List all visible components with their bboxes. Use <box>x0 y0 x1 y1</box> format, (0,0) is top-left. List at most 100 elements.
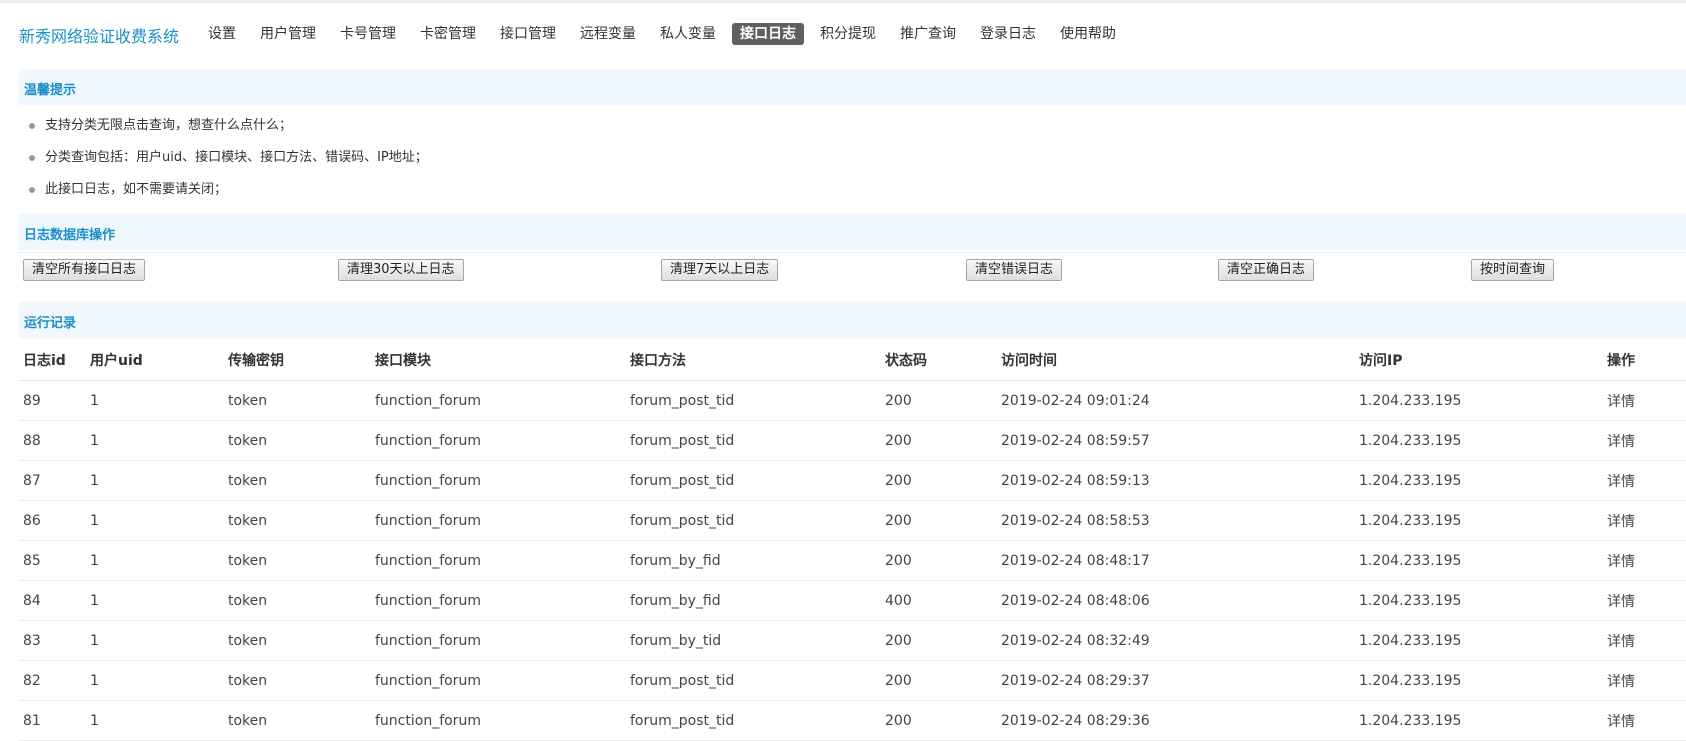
table-row: 81 1 token function_forum forum_post_tid 200 2… <box>19 700 1686 741</box>
user-uid-link[interactable]: 1 <box>86 700 224 741</box>
module-link[interactable]: function_forum <box>371 660 626 701</box>
user-uid-link[interactable]: 1 <box>86 500 224 541</box>
detail-link[interactable]: 详情 <box>1603 580 1686 621</box>
method-link[interactable]: forum_by_fid <box>626 580 881 621</box>
clear-error-logs-button[interactable]: 清空错误日志 <box>966 259 1063 281</box>
log-section-header: 运行记录 <box>19 302 1686 338</box>
query-by-time-button[interactable]: 按时间查询 <box>1471 259 1555 281</box>
nav-item-users[interactable]: 用户管理 <box>252 23 324 45</box>
method-link[interactable]: forum_post_tid <box>626 660 881 701</box>
method-link[interactable]: forum_by_tid <box>626 620 881 661</box>
module-link[interactable]: function_forum <box>371 580 626 621</box>
module-link[interactable]: function_forum <box>371 620 626 661</box>
detail-link[interactable]: 详情 <box>1603 540 1686 581</box>
ip-link[interactable]: 1.204.233.195 <box>1355 460 1603 501</box>
status-link[interactable]: 200 <box>881 540 997 581</box>
table-row: 88 1 token function_forum forum_post_tid 200 2… <box>19 420 1686 461</box>
time-cell: 2019-02-24 08:59:57 <box>997 420 1355 461</box>
status-link[interactable]: 400 <box>881 580 997 621</box>
nav-item-promotion[interactable]: 推广查询 <box>892 23 964 45</box>
nav-item-cards[interactable]: 卡号管理 <box>332 23 404 45</box>
status-link[interactable]: 200 <box>881 660 997 701</box>
nav-item-api-logs[interactable]: 接口日志 <box>732 23 804 45</box>
clear-success-logs-button[interactable]: 清空正确日志 <box>1218 259 1315 281</box>
user-uid-link[interactable]: 1 <box>86 540 224 581</box>
module-link[interactable]: function_forum <box>371 460 626 501</box>
module-link[interactable]: function_forum <box>371 540 626 581</box>
key-cell: token <box>224 420 371 461</box>
module-link[interactable]: function_forum <box>371 700 626 741</box>
column-header: 访问IP <box>1355 340 1603 381</box>
ip-link[interactable]: 1.204.233.195 <box>1355 700 1603 741</box>
method-link[interactable]: forum_post_tid <box>626 500 881 541</box>
log-id-cell: 81 <box>19 700 86 741</box>
module-link[interactable]: function_forum <box>371 380 626 421</box>
nav-item-points-withdraw[interactable]: 积分提现 <box>812 23 884 45</box>
header: 新秀网络验证收费系统 设置 用户管理 卡号管理 卡密管理 接口管理 远程变量 私… <box>0 3 1686 61</box>
nav-item-apis[interactable]: 接口管理 <box>492 23 564 45</box>
db-ops-title: 日志数据库操作 <box>24 228 116 243</box>
log-id-cell: 84 <box>19 580 86 621</box>
table-row: 85 1 token function_forum forum_by_fid 200 201… <box>19 540 1686 581</box>
detail-link[interactable]: 详情 <box>1603 380 1686 421</box>
method-link[interactable]: forum_post_tid <box>626 700 881 741</box>
clear-all-logs-button[interactable]: 清空所有接口日志 <box>23 259 146 281</box>
list-item: 此接口日志，如不需要请关闭； <box>19 174 1619 206</box>
nav-item-help[interactable]: 使用帮助 <box>1052 23 1124 45</box>
status-link[interactable]: 200 <box>881 500 997 541</box>
detail-link[interactable]: 详情 <box>1603 420 1686 461</box>
bullet-icon <box>29 155 35 161</box>
status-link[interactable]: 200 <box>881 380 997 421</box>
user-uid-link[interactable]: 1 <box>86 460 224 501</box>
user-uid-link[interactable]: 1 <box>86 380 224 421</box>
nav-item-card-keys[interactable]: 卡密管理 <box>412 23 484 45</box>
clean-7-days-button[interactable]: 清理7天以上日志 <box>661 259 779 281</box>
log-id-cell: 83 <box>19 620 86 661</box>
ip-link[interactable]: 1.204.233.195 <box>1355 620 1603 661</box>
key-cell: token <box>224 540 371 581</box>
user-uid-link[interactable]: 1 <box>86 580 224 621</box>
clean-30-days-button[interactable]: 清理30天以上日志 <box>338 259 464 281</box>
time-cell: 2019-02-24 08:32:49 <box>997 620 1355 661</box>
log-table-body: 89 1 token function_forum forum_post_tid 200 2… <box>19 380 1686 741</box>
log-id-cell: 89 <box>19 380 86 421</box>
table-row: 86 1 token function_forum forum_post_tid 200 2… <box>19 500 1686 541</box>
ip-link[interactable]: 1.204.233.195 <box>1355 420 1603 461</box>
nav-item-private-vars[interactable]: 私人变量 <box>652 23 724 45</box>
column-header: 用户uid <box>86 340 224 381</box>
method-link[interactable]: forum_post_tid <box>626 460 881 501</box>
column-header: 接口方法 <box>626 340 881 381</box>
detail-link[interactable]: 详情 <box>1603 700 1686 741</box>
user-uid-link[interactable]: 1 <box>86 620 224 661</box>
ip-link[interactable]: 1.204.233.195 <box>1355 500 1603 541</box>
method-link[interactable]: forum_by_fid <box>626 540 881 581</box>
method-link[interactable]: forum_post_tid <box>626 380 881 421</box>
ip-link[interactable]: 1.204.233.195 <box>1355 540 1603 581</box>
ip-link[interactable]: 1.204.233.195 <box>1355 580 1603 621</box>
column-header: 日志id <box>19 340 86 381</box>
detail-link[interactable]: 详情 <box>1603 500 1686 541</box>
status-link[interactable]: 200 <box>881 700 997 741</box>
method-link[interactable]: forum_post_tid <box>626 420 881 461</box>
user-uid-link[interactable]: 1 <box>86 420 224 461</box>
module-link[interactable]: function_forum <box>371 500 626 541</box>
tip-text: 支持分类无限点击查询，想查什么点什么； <box>45 118 293 133</box>
db-ops-toolbar: 清空所有接口日志 清理30天以上日志 清理7天以上日志 清空错误日志 清空正确日… <box>19 252 1686 281</box>
nav-item-login-logs[interactable]: 登录日志 <box>972 23 1044 45</box>
nav-item-settings[interactable]: 设置 <box>200 23 244 45</box>
user-uid-link[interactable]: 1 <box>86 660 224 701</box>
detail-link[interactable]: 详情 <box>1603 660 1686 701</box>
status-link[interactable]: 200 <box>881 620 997 661</box>
detail-link[interactable]: 详情 <box>1603 460 1686 501</box>
table-row: 82 1 token function_forum forum_post_tid 200 2… <box>19 660 1686 701</box>
ip-link[interactable]: 1.204.233.195 <box>1355 660 1603 701</box>
detail-link[interactable]: 详情 <box>1603 620 1686 661</box>
nav-item-remote-vars[interactable]: 远程变量 <box>572 23 644 45</box>
status-link[interactable]: 200 <box>881 460 997 501</box>
app-title: 新秀网络验证收费系统 <box>19 27 180 46</box>
status-link[interactable]: 200 <box>881 420 997 461</box>
key-cell: token <box>224 380 371 421</box>
module-link[interactable]: function_forum <box>371 420 626 461</box>
time-cell: 2019-02-24 08:29:36 <box>997 700 1355 741</box>
ip-link[interactable]: 1.204.233.195 <box>1355 380 1603 421</box>
